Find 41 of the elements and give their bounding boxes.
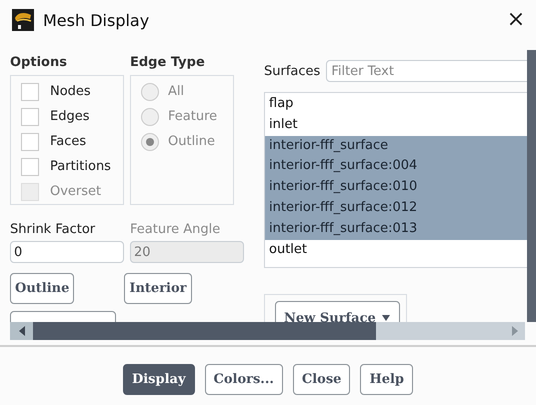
- new-surface-button[interactable]: New Surface: [275, 301, 400, 322]
- radio-label: Feature: [168, 109, 218, 124]
- dialog-button[interactable]: Colors...: [204, 364, 283, 395]
- section-label: Edge Type: [130, 55, 206, 71]
- right-arrow-icon[interactable]: [512, 326, 518, 336]
- list-item[interactable]: inlet: [265, 114, 527, 136]
- action-button[interactable]: Interior: [124, 273, 192, 304]
- list-item[interactable]: interior-fff_surface:013: [265, 218, 527, 240]
- window-title: Mesh Display: [43, 10, 150, 30]
- radio-label: Outline: [168, 134, 216, 149]
- dialog-button[interactable]: Close: [292, 364, 350, 395]
- filter-field[interactable]: Filter Text: [326, 60, 527, 82]
- checkbox[interactable]: [21, 132, 39, 150]
- list-item[interactable]: flap: [265, 94, 527, 115]
- close-icon[interactable]: ×: [504, 8, 528, 32]
- list-item[interactable]: interior-fff_surface:012: [265, 198, 527, 219]
- radio-label: All: [168, 84, 184, 99]
- section-label: Options: [10, 55, 68, 71]
- checkbox[interactable]: [21, 82, 39, 100]
- vertical-scrollbar[interactable]: [527, 50, 536, 322]
- checkbox-label: Faces: [50, 134, 86, 149]
- horizontal-scrollbar[interactable]: [10, 322, 525, 340]
- field-label: Surfaces: [264, 64, 320, 78]
- dialog-button[interactable]: Display: [122, 364, 195, 395]
- checkbox-label: Overset: [50, 184, 102, 199]
- checkbox-label: Partitions: [50, 159, 111, 174]
- checkbox[interactable]: [21, 158, 39, 176]
- list-item[interactable]: outlet: [265, 240, 527, 260]
- list-item[interactable]: interior-fff_surface:010: [265, 177, 527, 198]
- app-icon: [12, 9, 34, 31]
- checkbox-label: Edges: [50, 109, 90, 124]
- checkbox-label: Nodes: [50, 84, 91, 99]
- field-label: Shrink Factor: [10, 222, 96, 238]
- list-item[interactable]: interior-fff_surface:004: [265, 156, 527, 178]
- list-item[interactable]: interior-fff_surface: [265, 136, 527, 156]
- input-field[interactable]: 0: [10, 241, 124, 263]
- checkbox[interactable]: [21, 108, 39, 126]
- field-label: Feature Angle: [130, 222, 222, 238]
- action-button[interactable]: Outline: [10, 273, 74, 304]
- left-arrow-icon[interactable]: [18, 326, 24, 336]
- dialog-button[interactable]: Help: [360, 364, 414, 395]
